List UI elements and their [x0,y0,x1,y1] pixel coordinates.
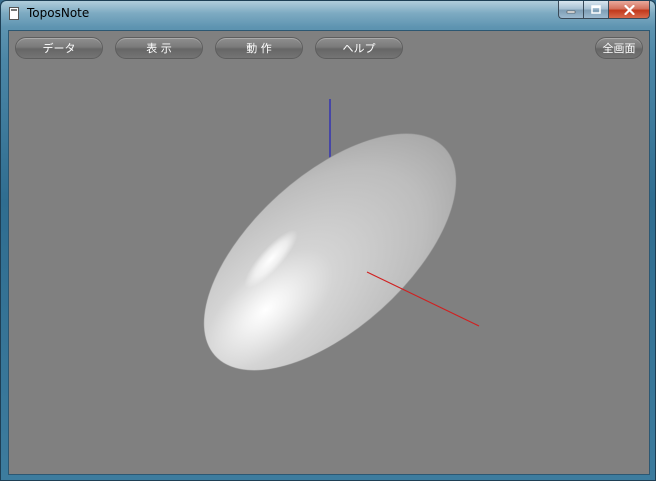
minimize-icon [566,10,576,13]
caption-buttons [558,1,650,20]
title-bar[interactable]: ToposNote [1,1,655,27]
scene-canvas[interactable] [9,31,649,474]
viewport-3d[interactable]: データ 表 示 動 作 ヘルプ 全画面 [8,30,650,475]
close-button[interactable] [608,1,650,19]
document-icon[interactable] [9,7,19,20]
maximize-icon [591,5,601,14]
close-icon [623,4,635,15]
window-title: ToposNote [27,6,90,20]
app-window: ToposNote データ 表 示 動 作 ヘルプ 全画面 [0,0,656,481]
minimize-button[interactable] [558,1,583,19]
maximize-button[interactable] [583,1,608,19]
